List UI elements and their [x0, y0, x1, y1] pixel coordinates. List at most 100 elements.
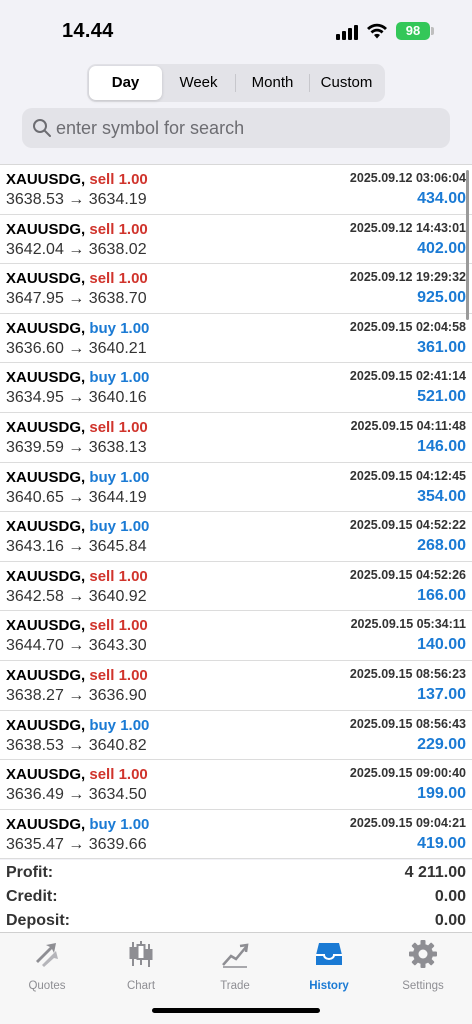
tab-chart-label: Chart [126, 980, 156, 992]
trade-symbol-text: XAUUSDG, [6, 418, 86, 436]
trade-side-text: sell [89, 617, 115, 635]
trade-symbol-text: XAUUSDG, [6, 815, 86, 833]
trade-volume: 1.00 [118, 666, 148, 684]
period-month-button[interactable]: Month [236, 66, 309, 100]
trade-side: buy 1.00 [89, 816, 149, 833]
tab-chart[interactable]: Chart [94, 939, 188, 992]
trade-profit: 268.00 [417, 537, 466, 555]
trade-prices: 3636.49 → 3634.50 [6, 786, 147, 804]
trade-row[interactable]: XAUUSDG, sell 1.00 3638.53 → 3634.19 2025.… [0, 165, 472, 215]
trade-row[interactable]: XAUUSDG, sell 1.00 3636.49 → 3634.50 2025.… [0, 760, 472, 810]
trade-symbol-text: XAUUSDG, [6, 270, 86, 288]
trade-profit: 419.00 [417, 834, 466, 852]
trade-profit: 434.00 [417, 190, 466, 207]
trade-row[interactable]: XAUUSDG, buy 1.00 3638.53 → 3640.82 2025.0… [0, 711, 472, 761]
trade-volume: 1.00 [118, 617, 148, 635]
trade-volume: 1.00 [120, 518, 150, 536]
trade-open-price: 3642.04 [6, 240, 64, 258]
trade-symbol-text: XAUUSDG, [6, 567, 86, 585]
trade-time: 2025.09.12 14:43:01 [349, 220, 466, 235]
trade-close-price: 3644.19 [88, 488, 147, 506]
trade-close-price: 3640.92 [88, 587, 147, 605]
trade-symbol: XAUUSDG, buy 1.00 [6, 518, 149, 535]
trade-close-price: 3640.16 [88, 389, 147, 407]
profit-value: 4 211.00 [404, 864, 466, 881]
trade-prices: 3644.70 → 3643.30 [6, 637, 147, 655]
cellular-signal-icon [336, 24, 360, 40]
trade-row[interactable]: XAUUSDG, sell 1.00 3639.59 → 3638.13 2025.… [0, 413, 472, 463]
trade-time: 2025.09.15 09:00:40 [349, 766, 466, 781]
trade-row[interactable]: XAUUSDG, buy 1.00 3635.47 → 3639.66 2025.0… [0, 810, 472, 860]
trade-row[interactable]: XAUUSDG, sell 1.00 3642.04 → 3638.02 2025.… [0, 215, 472, 265]
trade-symbol-text: XAUUSDG, [6, 766, 86, 784]
trade-symbol-text: XAUUSDG, [6, 220, 86, 238]
trade-open-price: 3635.47 [6, 835, 64, 853]
credit-value: 0.00 [434, 888, 466, 905]
trade-volume: 1.00 [118, 270, 148, 288]
trade-side: buy 1.00 [89, 369, 149, 386]
arrow-right-icon: → [68, 290, 85, 308]
tab-history[interactable]: History [282, 939, 376, 992]
trade-symbol: XAUUSDG, sell 1.00 [6, 766, 148, 783]
tab-trade[interactable]: Trade [188, 939, 282, 992]
trade-side-text: sell [89, 567, 115, 585]
trade-profit: 354.00 [417, 487, 466, 505]
arrow-right-icon: → [68, 389, 85, 407]
tab-settings[interactable]: Settings [376, 939, 470, 992]
trade-volume: 1.00 [120, 815, 150, 833]
period-custom-button[interactable]: Custom [310, 66, 383, 100]
scroll-indicator[interactable] [466, 170, 469, 320]
trade-volume: 1.00 [120, 369, 150, 387]
trade-side-text: buy [89, 468, 117, 486]
trade-open-price: 3640.65 [6, 488, 64, 506]
trade-prices: 3634.95 → 3640.16 [6, 389, 147, 407]
inbox-tray-icon [316, 943, 342, 965]
trade-row[interactable]: XAUUSDG, buy 1.00 3636.60 → 3640.21 2025.0… [0, 314, 472, 364]
trade-row[interactable]: XAUUSDG, sell 1.00 3638.27 → 3636.90 2025.… [0, 661, 472, 711]
trade-side: sell 1.00 [89, 667, 147, 684]
trade-side: sell 1.00 [89, 221, 147, 238]
trade-close-price: 3643.30 [88, 637, 147, 655]
trade-symbol-text: XAUUSDG, [6, 369, 86, 387]
status-bar: 14.44 98 [0, 0, 472, 58]
trade-row[interactable]: XAUUSDG, sell 1.00 3647.95 → 3638.70 2025.… [0, 264, 472, 314]
quotes-arrows-icon [36, 943, 58, 967]
arrow-right-icon: → [68, 339, 85, 357]
credit-label: Credit: [6, 888, 58, 905]
arrow-right-icon: → [68, 637, 85, 655]
gear-icon [409, 940, 437, 968]
trade-volume: 1.00 [118, 766, 148, 784]
trade-open-price: 3639.59 [6, 438, 64, 456]
trade-profit: 137.00 [417, 685, 466, 703]
trade-prices: 3640.65 → 3644.19 [6, 489, 147, 507]
trade-volume: 1.00 [120, 468, 150, 486]
trade-prices: 3642.58 → 3640.92 [6, 588, 147, 606]
search-icon [33, 119, 51, 137]
trade-open-price: 3636.60 [6, 339, 64, 357]
trade-close-price: 3634.50 [88, 786, 147, 804]
period-week-button[interactable]: Week [162, 66, 235, 100]
trade-symbol-text: XAUUSDG, [6, 319, 86, 337]
symbol-search-input[interactable] [56, 108, 436, 148]
trade-time: 2025.09.12 19:29:32 [349, 270, 466, 285]
trade-time: 2025.09.15 09:04:21 [349, 815, 466, 830]
arrow-right-icon: → [68, 488, 85, 506]
trade-volume: 1.00 [118, 567, 148, 585]
trade-row[interactable]: XAUUSDG, buy 1.00 3643.16 → 3645.84 2025.0… [0, 512, 472, 562]
tab-settings-label: Settings [402, 980, 444, 992]
trade-row[interactable]: XAUUSDG, buy 1.00 3640.65 → 3644.19 2025.0… [0, 463, 472, 513]
trade-symbol-text: XAUUSDG, [6, 716, 86, 734]
trade-time: 2025.09.15 04:52:26 [349, 567, 466, 582]
symbol-search-bar[interactable] [22, 108, 450, 148]
trade-row[interactable]: XAUUSDG, buy 1.00 3634.95 → 3640.16 2025.0… [0, 363, 472, 413]
trade-side-text: buy [89, 716, 117, 734]
trade-profit: 199.00 [417, 785, 466, 803]
tab-quotes[interactable]: Quotes [0, 939, 94, 992]
trade-row[interactable]: XAUUSDG, sell 1.00 3644.70 → 3643.30 2025.… [0, 611, 472, 661]
trade-close-price: 3639.66 [88, 835, 147, 853]
period-day-button[interactable]: Day [89, 66, 162, 100]
trade-row[interactable]: XAUUSDG, sell 1.00 3642.58 → 3640.92 2025.… [0, 562, 472, 612]
trade-close-price: 3636.90 [88, 686, 147, 704]
trade-symbol: XAUUSDG, sell 1.00 [6, 617, 148, 634]
trade-side: buy 1.00 [89, 717, 149, 734]
